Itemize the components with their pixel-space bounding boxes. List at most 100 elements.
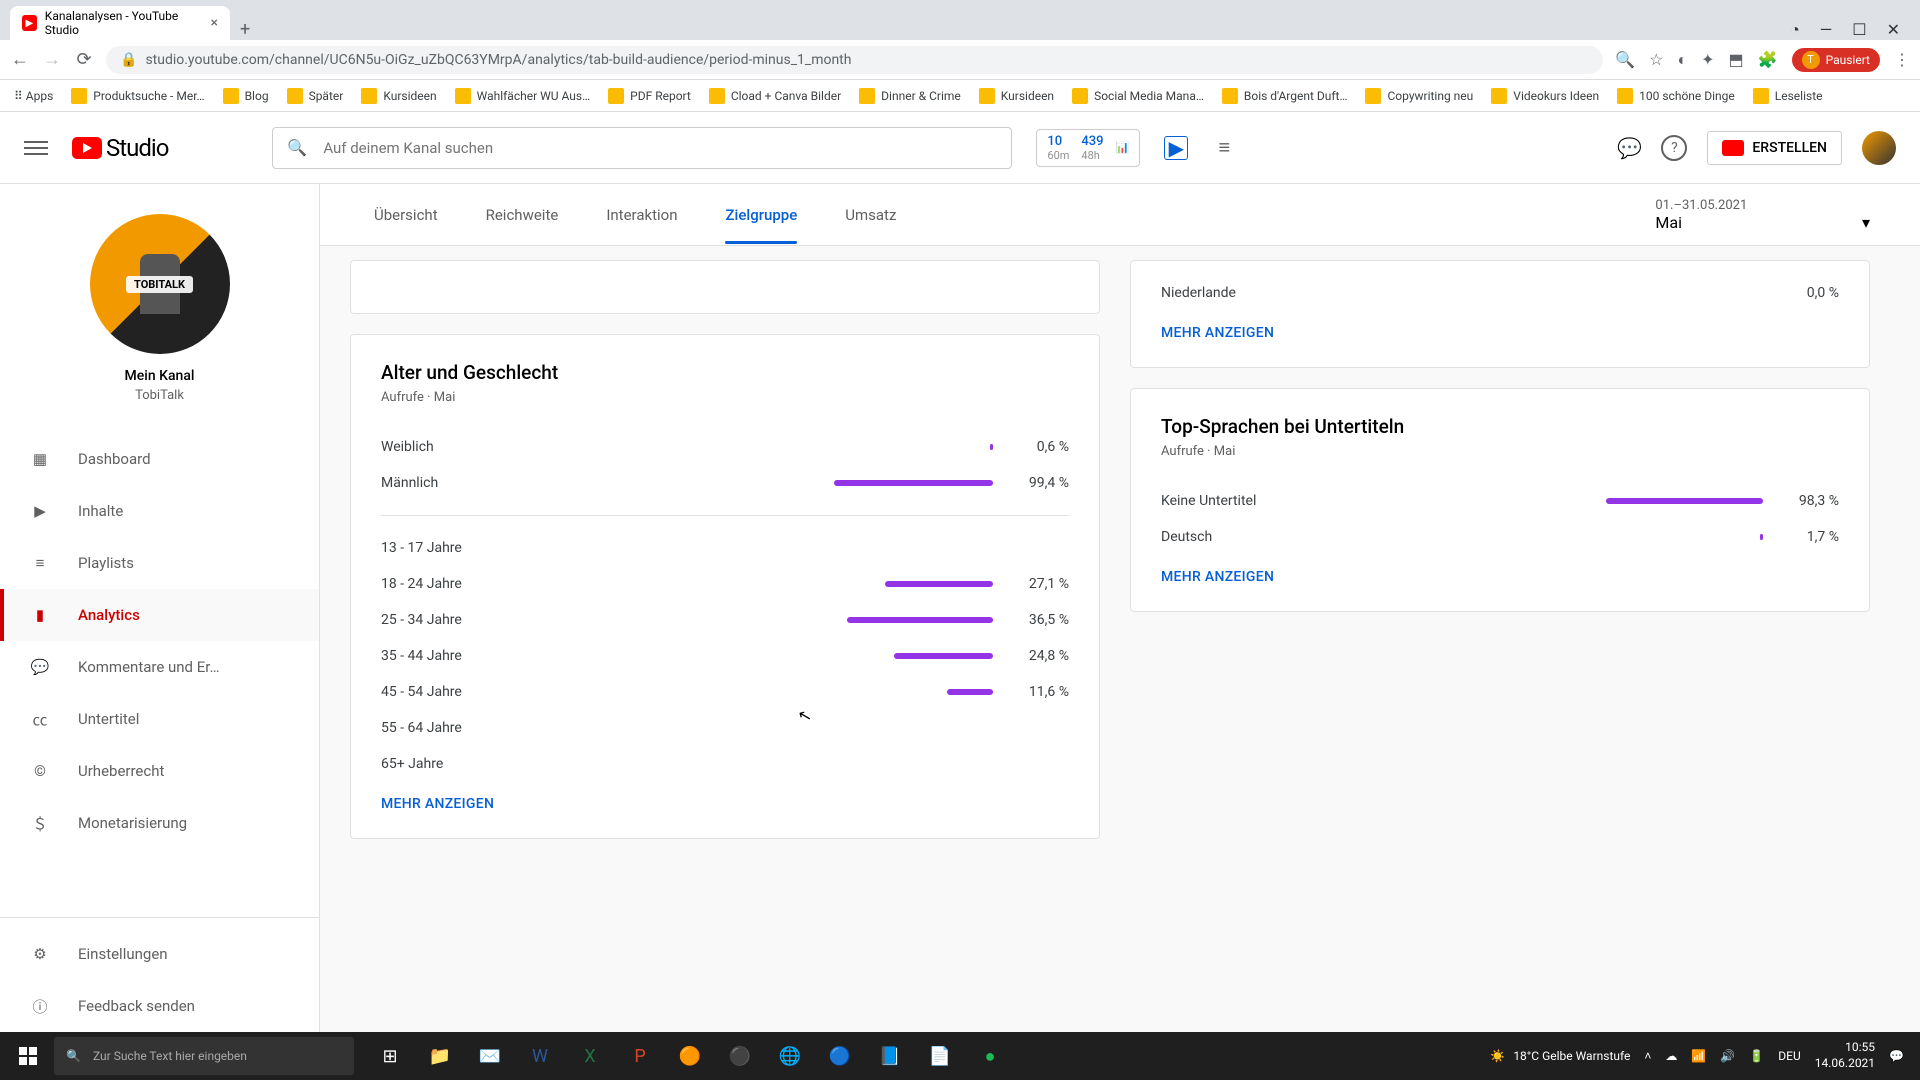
tray-chevron-icon[interactable]: ˄ — [1644, 1049, 1651, 1063]
url-field[interactable]: 🔒 studio.youtube.com/channel/UC6N5u-OiGz… — [106, 46, 1603, 74]
obs-icon[interactable]: ⚫ — [716, 1032, 764, 1080]
explorer-icon[interactable]: 📁 — [416, 1032, 464, 1080]
tab-umsatz[interactable]: Umsatz — [821, 186, 920, 244]
browser-tab-active[interactable]: ▶ Kanalanalysen - YouTube Studio × — [10, 6, 230, 40]
forward-button[interactable]: → — [42, 49, 62, 70]
card-stub-top — [350, 260, 1100, 314]
menu-icon[interactable]: ⋮ — [1894, 50, 1910, 69]
nav-icon: 💬 — [28, 655, 52, 679]
volume-icon[interactable]: 🔊 — [1720, 1049, 1735, 1063]
period-picker[interactable]: 01.–31.05.2021 Mai▾ — [1655, 198, 1890, 232]
create-button[interactable]: ERSTELLEN — [1707, 131, 1842, 165]
taskbar-search[interactable]: 🔍 Zur Suche Text hier eingeben — [54, 1037, 354, 1075]
sidebar-item-untertitel[interactable]: ㏄Untertitel — [0, 693, 319, 745]
more-link[interactable]: MEHR ANZEIGEN — [1161, 569, 1839, 585]
url-text: studio.youtube.com/channel/UC6N5u-OiGz_u… — [145, 52, 851, 68]
sidebar-item-inhalte[interactable]: ▶Inhalte — [0, 485, 319, 537]
list-icon[interactable]: ≡ — [1212, 136, 1236, 160]
notifications-icon[interactable]: 💬 — [1889, 1049, 1904, 1063]
start-button[interactable] — [4, 1032, 52, 1080]
chrome-icon[interactable]: 🌐 — [766, 1032, 814, 1080]
sidebar-item-analytics[interactable]: ▮Analytics — [0, 589, 319, 641]
bookmark-item[interactable]: PDF Report — [608, 88, 691, 104]
back-button[interactable]: ← — [10, 49, 30, 70]
more-link[interactable]: MEHR ANZEIGEN — [381, 796, 1069, 812]
app3-icon[interactable]: 📄 — [916, 1032, 964, 1080]
ext3-icon[interactable]: ⬒ — [1729, 50, 1744, 69]
sidebar-item-feedback senden[interactable]: ⓘFeedback senden — [0, 980, 319, 1032]
app2-icon[interactable]: 📘 — [866, 1032, 914, 1080]
lang-indicator[interactable]: DEU — [1778, 1049, 1800, 1063]
mail-icon[interactable]: ✉️ — [466, 1032, 514, 1080]
powerpoint-icon[interactable]: P — [616, 1032, 664, 1080]
onedrive-icon[interactable]: ☁ — [1665, 1049, 1677, 1063]
profile-badge[interactable]: T Pausiert — [1792, 48, 1880, 72]
tab-zielgruppe[interactable]: Zielgruppe — [701, 186, 821, 244]
bookmark-item[interactable]: Videokurs Ideen — [1491, 88, 1599, 104]
tab-übersicht[interactable]: Übersicht — [350, 186, 462, 244]
bookmark-item[interactable]: Leseliste — [1753, 88, 1823, 104]
date: 14.06.2021 — [1815, 1056, 1875, 1072]
play-toggle-icon[interactable]: ▶ — [1164, 136, 1188, 160]
bookmark-item[interactable]: Bois d'Argent Duft… — [1222, 88, 1348, 104]
bar-fill — [894, 653, 993, 659]
sidebar-item-einstellungen[interactable]: ⚙Einstellungen — [0, 928, 319, 980]
chat-icon[interactable]: 💬 — [1617, 136, 1641, 160]
taskview-icon[interactable]: ⊞ — [366, 1032, 414, 1080]
bookmark-item[interactable]: 100 schöne Dinge — [1617, 88, 1735, 104]
stat-value: 11,6 % — [1009, 684, 1069, 700]
bar-fill — [1606, 498, 1763, 504]
reload-button[interactable]: ⟳ — [74, 49, 94, 70]
new-tab-button[interactable]: + — [230, 19, 260, 40]
close-icon[interactable]: × — [211, 15, 218, 31]
help-icon[interactable]: ? — [1661, 135, 1687, 161]
minimize-icon[interactable]: — — [1820, 20, 1833, 40]
stat-label: Männlich — [381, 475, 561, 491]
sidebar-item-kommentare und er…[interactable]: 💬Kommentare und Er… — [0, 641, 319, 693]
search-box[interactable]: 🔍 — [272, 127, 1012, 169]
hamburger-icon[interactable] — [24, 137, 48, 159]
bookmark-item[interactable]: Dinner & Crime — [859, 88, 961, 104]
incognito-icon[interactable]: ◔ — [1790, 20, 1800, 40]
more-link[interactable]: MEHR ANZEIGEN — [1161, 325, 1839, 341]
extensions-icon[interactable]: 🧩 — [1758, 50, 1778, 69]
user-avatar[interactable] — [1862, 131, 1896, 165]
sidebar-item-dashboard[interactable]: ▦Dashboard — [0, 433, 319, 485]
studio-logo[interactable]: Studio — [72, 134, 168, 162]
close-window-icon[interactable]: ✕ — [1887, 20, 1900, 40]
bookmark-item[interactable]: Kursideen — [361, 88, 436, 104]
stats-widget[interactable]: 1060m 43948h 📊 — [1036, 129, 1140, 167]
star-icon[interactable]: ☆ — [1649, 50, 1663, 69]
bookmark-item[interactable]: Cload + Canva Bilder — [709, 88, 841, 104]
bookmark-item[interactable]: Copywriting neu — [1365, 88, 1473, 104]
nav-icon: ▮ — [28, 603, 52, 627]
ext2-icon[interactable]: ✦ — [1701, 50, 1714, 69]
bookmark-item[interactable]: Wahlfächer WU Aus… — [455, 88, 591, 104]
weather-widget[interactable]: ☀️ 18°C Gelbe Warnstufe — [1490, 1049, 1630, 1063]
search-input[interactable] — [323, 139, 997, 157]
clock[interactable]: 10:55 14.06.2021 — [1815, 1040, 1875, 1071]
bookmark-item[interactable]: Blog — [223, 88, 269, 104]
edge-icon[interactable]: 🔵 — [816, 1032, 864, 1080]
word-icon[interactable]: W — [516, 1032, 564, 1080]
maximize-icon[interactable]: ☐ — [1852, 20, 1866, 40]
sidebar-item-urheberrecht[interactable]: ©Urheberrecht — [0, 745, 319, 797]
sidebar-item-playlists[interactable]: ≡Playlists — [0, 537, 319, 589]
channel-avatar[interactable]: TOBITALK — [90, 214, 230, 354]
excel-icon[interactable]: X — [566, 1032, 614, 1080]
bookmark-item[interactable]: Social Media Mana… — [1072, 88, 1204, 104]
stat-label: Deutsch — [1161, 529, 1341, 545]
app1-icon[interactable]: 🟠 — [666, 1032, 714, 1080]
tab-reichweite[interactable]: Reichweite — [462, 186, 583, 244]
tab-interaktion[interactable]: Interaktion — [582, 186, 701, 244]
wifi-icon[interactable]: 📶 — [1691, 1049, 1706, 1063]
sidebar-item-monetarisierung[interactable]: ＄Monetarisierung — [0, 797, 319, 849]
bookmark-item[interactable]: Produktsuche - Mer… — [71, 88, 204, 104]
bookmark-item[interactable]: Kursideen — [979, 88, 1054, 104]
battery-icon[interactable]: 🔋 — [1749, 1049, 1764, 1063]
bookmark-item[interactable]: Später — [287, 88, 344, 104]
zoom-icon[interactable]: 🔍 — [1615, 50, 1635, 69]
apps-button[interactable]: ⠿ Apps — [14, 89, 53, 103]
spotify-icon[interactable]: ● — [966, 1032, 1014, 1080]
ext1-icon[interactable]: ◐ — [1677, 50, 1687, 70]
